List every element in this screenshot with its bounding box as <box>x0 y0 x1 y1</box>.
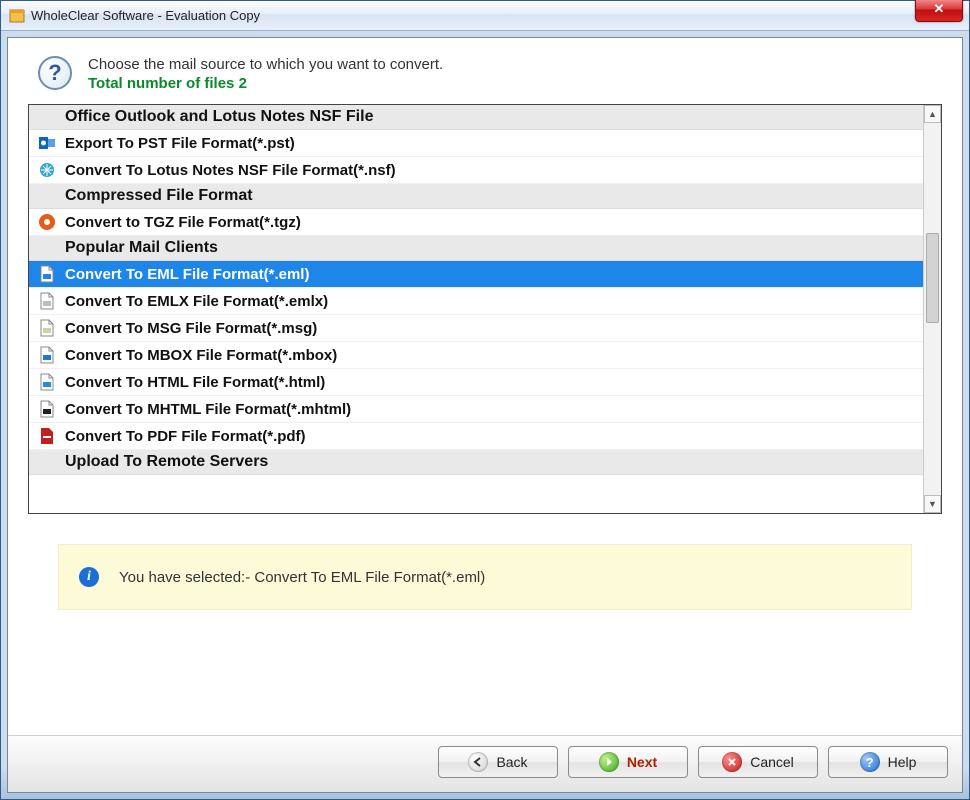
header-file-count: Total number of files 2 <box>88 75 443 92</box>
list-item[interactable]: Convert To MBOX File Format(*.mbox) <box>29 342 923 369</box>
pdf-icon <box>37 426 57 446</box>
close-button[interactable]: ✕ <box>915 0 963 22</box>
selection-info: i You have selected:- Convert To EML Fil… <box>58 544 912 610</box>
header-instruction: Choose the mail source to which you want… <box>88 56 443 73</box>
cancel-button-label: Cancel <box>750 754 794 770</box>
list-item[interactable]: Convert To Lotus Notes NSF File Format(*… <box>29 157 923 184</box>
selection-info-text: You have selected:- Convert To EML File … <box>119 569 485 586</box>
cancel-button[interactable]: Cancel <box>698 746 818 778</box>
list-item[interactable]: Convert To EML File Format(*.eml) <box>29 261 923 288</box>
msg-icon <box>37 318 57 338</box>
outlook-icon <box>37 133 57 153</box>
header-text: Choose the mail source to which you want… <box>88 56 443 92</box>
next-play-icon <box>599 752 619 772</box>
selection-info-prefix: You have selected:- <box>119 569 254 586</box>
format-list: Office Outlook and Lotus Notes NSF File E… <box>28 104 942 514</box>
list-item[interactable]: Convert To MSG File Format(*.msg) <box>29 315 923 342</box>
list-item-label: Convert To EML File Format(*.eml) <box>65 266 309 283</box>
wizard-page: ? Choose the mail source to which you wa… <box>7 37 963 793</box>
question-icon: ? <box>38 56 72 90</box>
format-list-body[interactable]: Office Outlook and Lotus Notes NSF File E… <box>29 105 923 513</box>
eml-icon <box>37 264 57 284</box>
scroll-thumb[interactable] <box>926 233 939 323</box>
cancel-x-icon <box>722 752 742 772</box>
mbox-icon <box>37 345 57 365</box>
list-item-label: Convert To MHTML File Format(*.mhtml) <box>65 401 351 418</box>
info-icon: i <box>79 567 99 587</box>
list-item-label: Convert to TGZ File Format(*.tgz) <box>65 214 301 231</box>
list-item-label: Convert To MSG File Format(*.msg) <box>65 320 317 337</box>
lotus-nsf-icon <box>37 160 57 180</box>
list-item[interactable]: Convert To HTML File Format(*.html) <box>29 369 923 396</box>
titlebar: WholeClear Software - Evaluation Copy ✕ <box>1 1 969 31</box>
list-item-label: Convert To Lotus Notes NSF File Format(*… <box>65 162 396 179</box>
help-button[interactable]: ? Help <box>828 746 948 778</box>
list-item-label: Convert To HTML File Format(*.html) <box>65 374 325 391</box>
mhtml-icon <box>37 399 57 419</box>
scroll-down-button[interactable]: ▼ <box>924 495 941 513</box>
list-item[interactable]: Convert to TGZ File Format(*.tgz) <box>29 209 923 236</box>
list-category: Upload To Remote Servers <box>29 450 923 475</box>
window-title: WholeClear Software - Evaluation Copy <box>31 8 915 23</box>
help-q-icon: ? <box>860 752 880 772</box>
scroll-up-button[interactable]: ▲ <box>924 105 941 123</box>
list-item-label: Convert To EMLX File Format(*.emlx) <box>65 293 328 310</box>
app-icon <box>9 8 25 24</box>
back-button[interactable]: Back <box>438 746 558 778</box>
scroll-track[interactable] <box>924 123 941 495</box>
back-arrow-icon <box>468 752 488 772</box>
list-item-label: Convert To MBOX File Format(*.mbox) <box>65 347 337 364</box>
list-item[interactable]: Convert To PDF File Format(*.pdf) <box>29 423 923 450</box>
help-button-label: Help <box>888 754 917 770</box>
list-category: Office Outlook and Lotus Notes NSF File <box>29 105 923 130</box>
emlx-icon <box>37 291 57 311</box>
list-item-label: Convert To PDF File Format(*.pdf) <box>65 428 306 445</box>
next-button[interactable]: Next <box>568 746 688 778</box>
scrollbar[interactable]: ▲ ▼ <box>923 105 941 513</box>
selection-info-value: Convert To EML File Format(*.eml) <box>254 569 485 586</box>
list-category: Popular Mail Clients <box>29 236 923 261</box>
app-window: WholeClear Software - Evaluation Copy ✕ … <box>0 0 970 800</box>
html-icon <box>37 372 57 392</box>
next-button-label: Next <box>627 754 657 770</box>
list-item[interactable]: Convert To EMLX File Format(*.emlx) <box>29 288 923 315</box>
header: ? Choose the mail source to which you wa… <box>8 38 962 104</box>
list-item[interactable]: Export To PST File Format(*.pst) <box>29 130 923 157</box>
list-item[interactable]: Convert To MHTML File Format(*.mhtml) <box>29 396 923 423</box>
list-category: Compressed File Format <box>29 184 923 209</box>
tgz-icon <box>37 212 57 232</box>
back-button-label: Back <box>496 754 527 770</box>
list-item-label: Export To PST File Format(*.pst) <box>65 135 295 152</box>
button-bar: Back Next Cancel <box>8 735 962 792</box>
